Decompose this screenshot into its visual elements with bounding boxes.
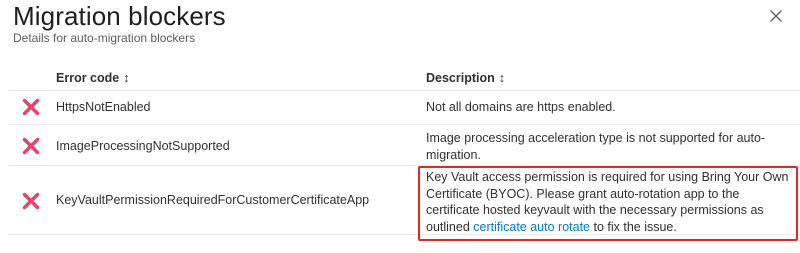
close-icon[interactable]	[768, 8, 784, 24]
error-code-cell: KeyVaultPermissionRequiredForCustomerCer…	[56, 193, 370, 207]
description-text: to fix the issue.	[590, 219, 677, 234]
page-title: Migration blockers	[13, 1, 226, 31]
column-header-error-code[interactable]: Error code ↕	[56, 71, 129, 85]
description-cell: Image processing acceleration type is no…	[426, 131, 766, 162]
description-cell: Not all domains are https enabled.	[426, 100, 616, 114]
error-x-icon	[22, 137, 40, 155]
header-divider	[8, 90, 800, 91]
column-header-label: Description	[426, 71, 495, 85]
error-x-icon	[22, 192, 40, 210]
row-divider	[8, 234, 800, 235]
sort-icon[interactable]: ↕	[499, 71, 505, 85]
certificate-auto-rotate-link[interactable]: certificate auto rotate	[473, 220, 590, 234]
description-cell: Key Vault access permission is required …	[426, 169, 794, 235]
error-code-cell: HttpsNotEnabled	[56, 100, 151, 114]
column-header-description[interactable]: Description ↕	[426, 71, 505, 85]
error-x-icon	[22, 98, 40, 116]
error-code-cell: ImageProcessingNotSupported	[56, 139, 230, 153]
row-divider	[8, 124, 800, 125]
page-subtitle: Details for auto-migration blockers	[13, 31, 196, 45]
row-divider	[8, 165, 800, 166]
sort-icon[interactable]: ↕	[123, 71, 129, 85]
column-header-label: Error code	[56, 71, 120, 85]
